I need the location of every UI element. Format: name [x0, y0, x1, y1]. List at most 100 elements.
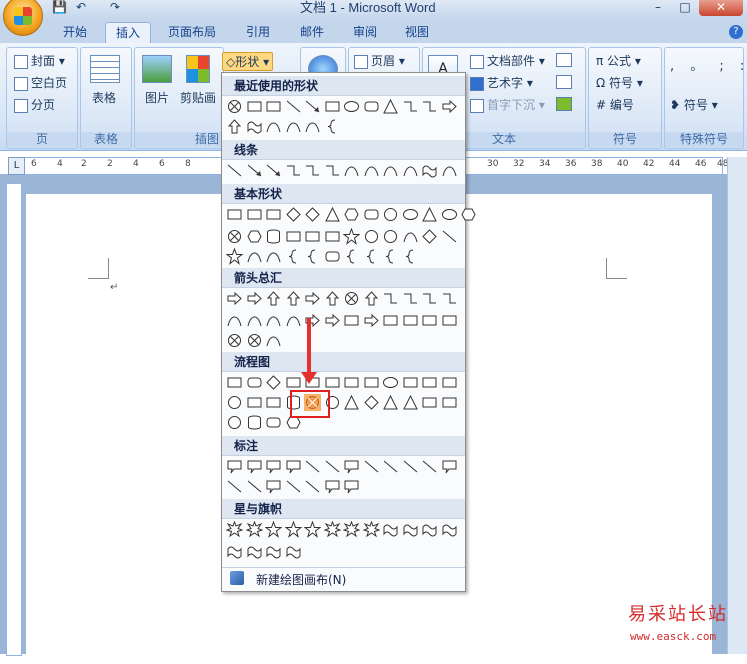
vertical-scrollbar[interactable]	[727, 157, 747, 654]
shape-cross-icon[interactable]	[226, 228, 243, 245]
dropcap-button[interactable]: 首字下沉 ▾	[470, 96, 545, 113]
shape-elbow-icon[interactable]	[402, 98, 419, 115]
shape-rect-icon[interactable]	[421, 312, 438, 329]
table-icon[interactable]	[90, 55, 120, 83]
shape-star-icon[interactable]	[343, 228, 360, 245]
shape-line-icon[interactable]	[304, 478, 321, 495]
shape-curve-icon[interactable]	[265, 312, 282, 329]
shape-curve-icon[interactable]	[246, 248, 263, 265]
shape-rect-icon[interactable]	[285, 374, 302, 391]
shape-curve-icon[interactable]	[285, 312, 302, 329]
shape-brace-icon[interactable]	[363, 248, 380, 265]
shape-curve-icon[interactable]	[382, 162, 399, 179]
shape-wave-icon[interactable]	[246, 118, 263, 135]
shape-elbow-icon[interactable]	[382, 290, 399, 307]
shape-star-icon[interactable]	[304, 521, 321, 538]
shape-uarrow-icon[interactable]	[226, 118, 243, 135]
shape-burst-icon[interactable]	[245, 521, 263, 538]
shape-star-icon[interactable]	[284, 521, 302, 538]
shape-rect-icon[interactable]	[363, 374, 380, 391]
shape-line-icon[interactable]	[421, 458, 438, 475]
shape-rect-icon[interactable]	[265, 98, 282, 115]
shape-rrect-icon[interactable]	[324, 248, 341, 265]
shape-rarrow-icon[interactable]	[304, 290, 321, 307]
shape-line-icon[interactable]	[382, 458, 399, 475]
shape-rect-icon[interactable]	[421, 394, 438, 411]
shape-wave-icon[interactable]	[402, 521, 419, 538]
tab-references[interactable]: 引用	[238, 22, 278, 43]
tab-view[interactable]: 视图	[397, 22, 437, 43]
shape-elbow-icon[interactable]	[421, 290, 438, 307]
save-icon[interactable]: 💾	[52, 0, 67, 18]
shape-rect-icon[interactable]	[402, 374, 419, 391]
shape-oval-icon[interactable]	[343, 98, 360, 115]
shape-burst-icon[interactable]	[362, 521, 380, 538]
shape-rect-icon[interactable]	[226, 374, 243, 391]
shape-callout-icon[interactable]	[265, 478, 282, 495]
tab-home[interactable]: 开始	[55, 22, 95, 43]
shape-elbow-icon[interactable]	[421, 98, 438, 115]
shape-hex-icon[interactable]	[343, 206, 360, 223]
shape-wave-icon[interactable]	[285, 543, 302, 560]
shape-oval-icon[interactable]	[382, 374, 399, 391]
object-icon[interactable]	[556, 97, 572, 111]
shape-cross-icon[interactable]	[226, 98, 243, 115]
shape-wave-icon[interactable]	[441, 521, 458, 538]
shape-rect-icon[interactable]	[324, 98, 341, 115]
shape-line-icon[interactable]	[246, 478, 263, 495]
shape-burst-icon[interactable]	[323, 521, 341, 538]
shape-callout-icon[interactable]	[343, 478, 360, 495]
new-drawing-canvas-item[interactable]: 新建绘图画布(N)	[222, 567, 465, 590]
shape-rect-icon[interactable]	[441, 312, 458, 329]
shape-wave-icon[interactable]	[421, 162, 438, 179]
shape-rect-icon[interactable]	[265, 394, 282, 411]
shape-curve-icon[interactable]	[265, 248, 282, 265]
shape-elbow-icon[interactable]	[441, 290, 458, 307]
redo-icon[interactable]: ↷	[110, 0, 120, 18]
shape-oval-icon[interactable]	[402, 206, 419, 223]
shape-rect-icon[interactable]	[246, 206, 263, 223]
tab-insert[interactable]: 插入	[105, 22, 151, 44]
formula-button[interactable]: π 公式 ▾	[596, 52, 641, 69]
shape-rect-icon[interactable]	[246, 394, 263, 411]
shape-uarrow-icon[interactable]	[285, 290, 302, 307]
shape-cyl-icon[interactable]	[265, 228, 282, 245]
shape-tri-icon[interactable]	[382, 98, 399, 115]
maximize-button[interactable]: □	[672, 0, 698, 16]
shape-rect-icon[interactable]	[246, 98, 263, 115]
shape-line-icon[interactable]	[226, 162, 243, 179]
quick-parts-button[interactable]: 文档部件 ▾	[470, 52, 545, 69]
shape-circle-icon[interactable]	[226, 414, 243, 431]
shape-line-icon[interactable]	[363, 458, 380, 475]
shape-rect-icon[interactable]	[441, 374, 458, 391]
shape-tri-icon[interactable]	[402, 394, 419, 411]
shape-rect-icon[interactable]	[343, 374, 360, 391]
tab-review[interactable]: 审阅	[345, 22, 385, 43]
close-button[interactable]: ✕	[699, 0, 743, 16]
shape-tri-icon[interactable]	[324, 206, 341, 223]
shape-curve-icon[interactable]	[304, 118, 321, 135]
shape-rarrow-icon[interactable]	[226, 290, 243, 307]
shape-burst-icon[interactable]	[343, 521, 360, 538]
shape-dia-icon[interactable]	[304, 206, 321, 223]
shape-curve-icon[interactable]	[285, 118, 302, 135]
shape-arrow-icon[interactable]	[246, 162, 263, 179]
clipart-icon[interactable]	[186, 55, 210, 83]
shape-callout-icon[interactable]	[226, 458, 243, 475]
page-break-button[interactable]: 分页	[14, 96, 55, 113]
shape-callout-icon[interactable]	[441, 458, 458, 475]
shape-rrect-icon[interactable]	[363, 206, 380, 223]
shape-cross-icon[interactable]	[226, 332, 243, 349]
shape-line-icon[interactable]	[304, 458, 321, 475]
shape-wave-icon[interactable]	[265, 543, 282, 560]
table-button-label[interactable]: 表格	[92, 89, 116, 106]
shape-circle-icon[interactable]	[382, 228, 399, 245]
shape-rect-icon[interactable]	[226, 206, 243, 223]
shape-brace-icon[interactable]	[343, 248, 360, 265]
special-symbol-button[interactable]: ❥ 符号 ▾	[670, 96, 718, 113]
shape-oval-icon[interactable]	[441, 206, 458, 223]
shape-brace-icon[interactable]	[304, 248, 321, 265]
shape-rarrow-icon[interactable]	[363, 312, 380, 329]
special-chars[interactable]: , 。 ; : ?	[670, 55, 747, 74]
shape-line-icon[interactable]	[441, 228, 458, 245]
